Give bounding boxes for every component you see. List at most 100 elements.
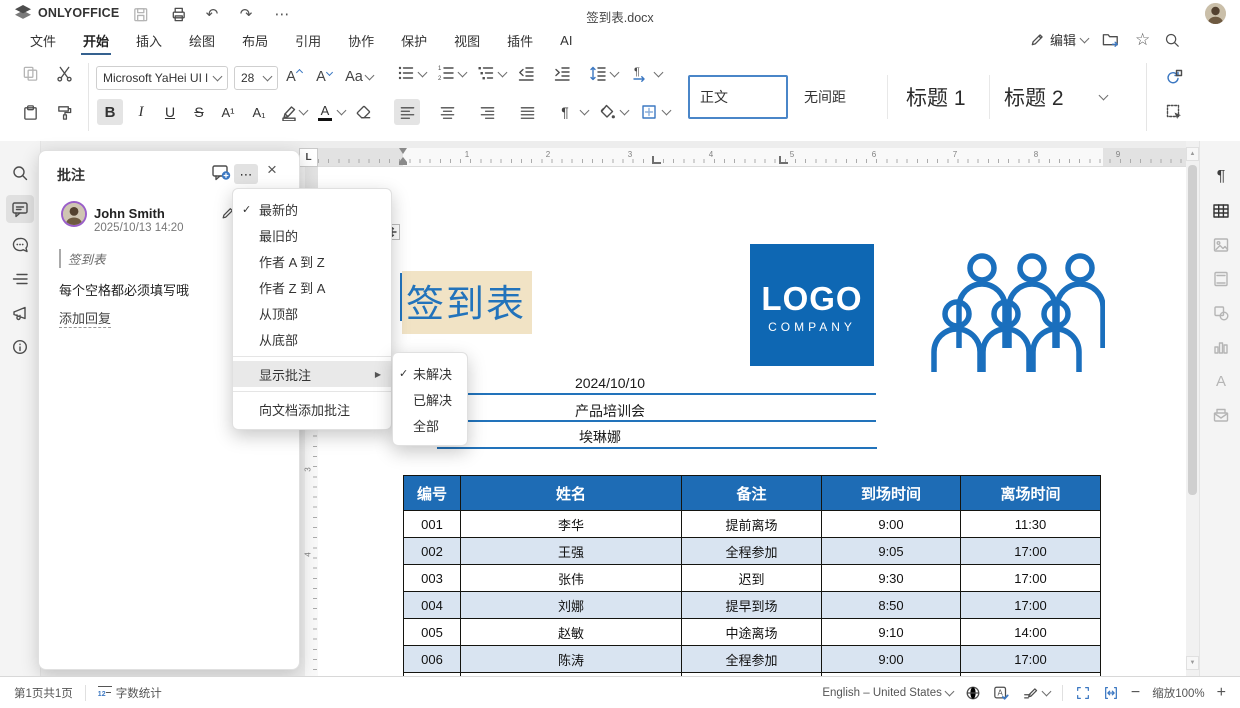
table-cell[interactable]: 王强 — [461, 538, 682, 565]
about-button[interactable] — [6, 333, 34, 361]
col-header[interactable]: 姓名 — [461, 476, 682, 511]
col-header[interactable]: 离场时间 — [961, 476, 1101, 511]
tab-insert[interactable]: 插入 — [134, 27, 164, 56]
tab-plugins[interactable]: 插件 — [505, 27, 535, 56]
numbered-list-button[interactable]: 12 — [434, 62, 458, 84]
tab-protection[interactable]: 保护 — [399, 27, 429, 56]
ruler-tab-selector[interactable]: L — [299, 148, 318, 167]
chevron-down-icon[interactable] — [458, 68, 468, 78]
tab-layout[interactable]: 布局 — [240, 27, 270, 56]
menu-item-oldest[interactable]: 最旧的 — [233, 222, 391, 248]
cut-button[interactable] — [52, 62, 76, 84]
favorite-star-icon[interactable]: ☆ — [1135, 31, 1150, 48]
format-painter-button[interactable] — [52, 101, 76, 123]
edit-mode-button[interactable]: 编辑 — [1030, 30, 1088, 49]
comments-panel-button[interactable] — [6, 195, 34, 223]
zoom-out-button[interactable]: − — [1131, 684, 1140, 702]
scroll-up-button[interactable]: ▲ — [1186, 147, 1199, 161]
tab-home[interactable]: 开始 — [81, 27, 111, 56]
mail-merge-button[interactable] — [1207, 401, 1235, 429]
submenu-item-resolved[interactable]: 已解决 — [393, 386, 467, 412]
vertical-scrollbar[interactable]: ▲ ▼ — [1186, 141, 1199, 676]
bullet-list-button[interactable] — [394, 62, 418, 84]
find-panel-button[interactable] — [6, 159, 34, 187]
table-cell[interactable]: 002 — [404, 538, 461, 565]
chevron-down-icon[interactable] — [654, 68, 664, 78]
table-settings-button[interactable] — [1207, 197, 1235, 225]
signin-table[interactable]: 编号 姓名 备注 到场时间 离场时间 001李华提前离场9:0011:30 00… — [403, 475, 1101, 676]
left-indent-marker[interactable] — [399, 162, 407, 165]
page-count-label[interactable]: 第1页共1页 — [14, 685, 73, 701]
table-cell[interactable]: 全程参加 — [682, 646, 822, 673]
change-case-button[interactable]: Aa — [342, 66, 376, 88]
image-settings-button[interactable] — [1207, 231, 1235, 259]
paragraph-settings-button[interactable]: ¶ — [1207, 163, 1235, 191]
tab-draw[interactable]: 绘图 — [187, 27, 217, 56]
table-cell[interactable]: 17:00 — [961, 565, 1101, 592]
clear-formatting-button[interactable] — [350, 99, 376, 125]
text-art-settings-button[interactable]: A — [1207, 367, 1235, 395]
tab-ai[interactable]: AI — [558, 29, 574, 54]
menu-item-add-comment-to-document[interactable]: 向文档添加批注 — [233, 396, 391, 422]
table-cell[interactable]: 17:00 — [961, 592, 1101, 619]
table-cell[interactable]: 9:00 — [822, 511, 961, 538]
style-no-spacing[interactable]: 无间距 — [792, 75, 888, 119]
fit-width-icon[interactable] — [1103, 685, 1119, 701]
strikethrough-button[interactable]: S — [186, 99, 212, 125]
table-cell[interactable]: 中途离场 — [682, 619, 822, 646]
table-cell[interactable]: 17:00 — [961, 538, 1101, 565]
open-file-location-icon[interactable] — [1102, 31, 1121, 48]
company-logo[interactable]: LOGO COMPANY — [750, 244, 874, 366]
menu-item-show-comments[interactable]: 显示批注 ▶ — [233, 361, 391, 387]
col-header[interactable]: 到场时间 — [822, 476, 961, 511]
table-cell[interactable]: 17:00 — [961, 646, 1101, 673]
table-cell[interactable]: 刘娜 — [461, 592, 682, 619]
shape-settings-button[interactable] — [1207, 299, 1235, 327]
table-cell[interactable]: 提早到场 — [682, 592, 822, 619]
table-cell[interactable]: 004 — [404, 592, 461, 619]
menu-item-newest[interactable]: ✓ 最新的 — [233, 196, 391, 222]
zoom-in-button[interactable]: + — [1217, 684, 1226, 702]
submenu-item-unresolved[interactable]: ✓ 未解决 — [393, 360, 467, 386]
search-icon[interactable] — [1164, 32, 1180, 48]
table-cell[interactable]: 赵敏 — [461, 619, 682, 646]
table-cell[interactable]: 提前离场 — [682, 511, 822, 538]
decrease-indent-button[interactable] — [514, 62, 538, 84]
table-cell[interactable]: 003 — [404, 565, 461, 592]
shading-button[interactable] — [594, 99, 620, 125]
zoom-level-label[interactable]: 缩放100% — [1152, 685, 1204, 701]
more-actions-button[interactable]: ⋯ — [270, 3, 294, 25]
increase-indent-button[interactable] — [550, 62, 574, 84]
word-count-button[interactable]: 12 字数统计 — [98, 685, 162, 701]
chevron-down-icon[interactable] — [610, 68, 620, 78]
add-reply-link[interactable]: 添加回复 — [59, 308, 111, 328]
chevron-down-icon[interactable] — [498, 68, 508, 78]
col-header[interactable]: 编号 — [404, 476, 461, 511]
table-cell[interactable]: 9:00 — [822, 646, 961, 673]
align-justify-button[interactable] — [514, 99, 540, 125]
tab-view[interactable]: 视图 — [452, 27, 482, 56]
superscript-button[interactable]: A¹ — [215, 99, 241, 125]
tab-file[interactable]: 文件 — [28, 27, 58, 56]
styles-gallery-expand-icon[interactable] — [1099, 91, 1109, 101]
font-name-combo[interactable]: Microsoft YaHei UI l — [96, 66, 228, 90]
navigation-panel-button[interactable] — [6, 265, 34, 293]
field-event[interactable]: 产品培训会 — [500, 401, 720, 421]
multilevel-list-button[interactable] — [474, 62, 498, 84]
fit-page-icon[interactable] — [1075, 685, 1091, 701]
table-cell[interactable]: 全程参加 — [682, 538, 822, 565]
chevron-down-icon[interactable] — [580, 106, 590, 116]
tab-references[interactable]: 引用 — [293, 27, 323, 56]
table-cell[interactable]: 8:50 — [822, 592, 961, 619]
font-size-combo[interactable]: 28 — [234, 66, 278, 90]
paragraph-direction-button[interactable]: ¶ — [628, 62, 652, 84]
style-heading1[interactable]: 标题 1 — [890, 75, 990, 119]
submenu-item-all[interactable]: 全部 — [393, 412, 467, 438]
user-avatar[interactable] — [1205, 3, 1226, 24]
table-cell[interactable]: 9:10 — [822, 619, 961, 646]
menu-item-author-za[interactable]: 作者 Z 到 A — [233, 274, 391, 300]
print-button[interactable] — [166, 3, 190, 25]
col-header[interactable]: 备注 — [682, 476, 822, 511]
chat-panel-button[interactable] — [6, 231, 34, 259]
chevron-down-icon[interactable] — [662, 106, 672, 116]
